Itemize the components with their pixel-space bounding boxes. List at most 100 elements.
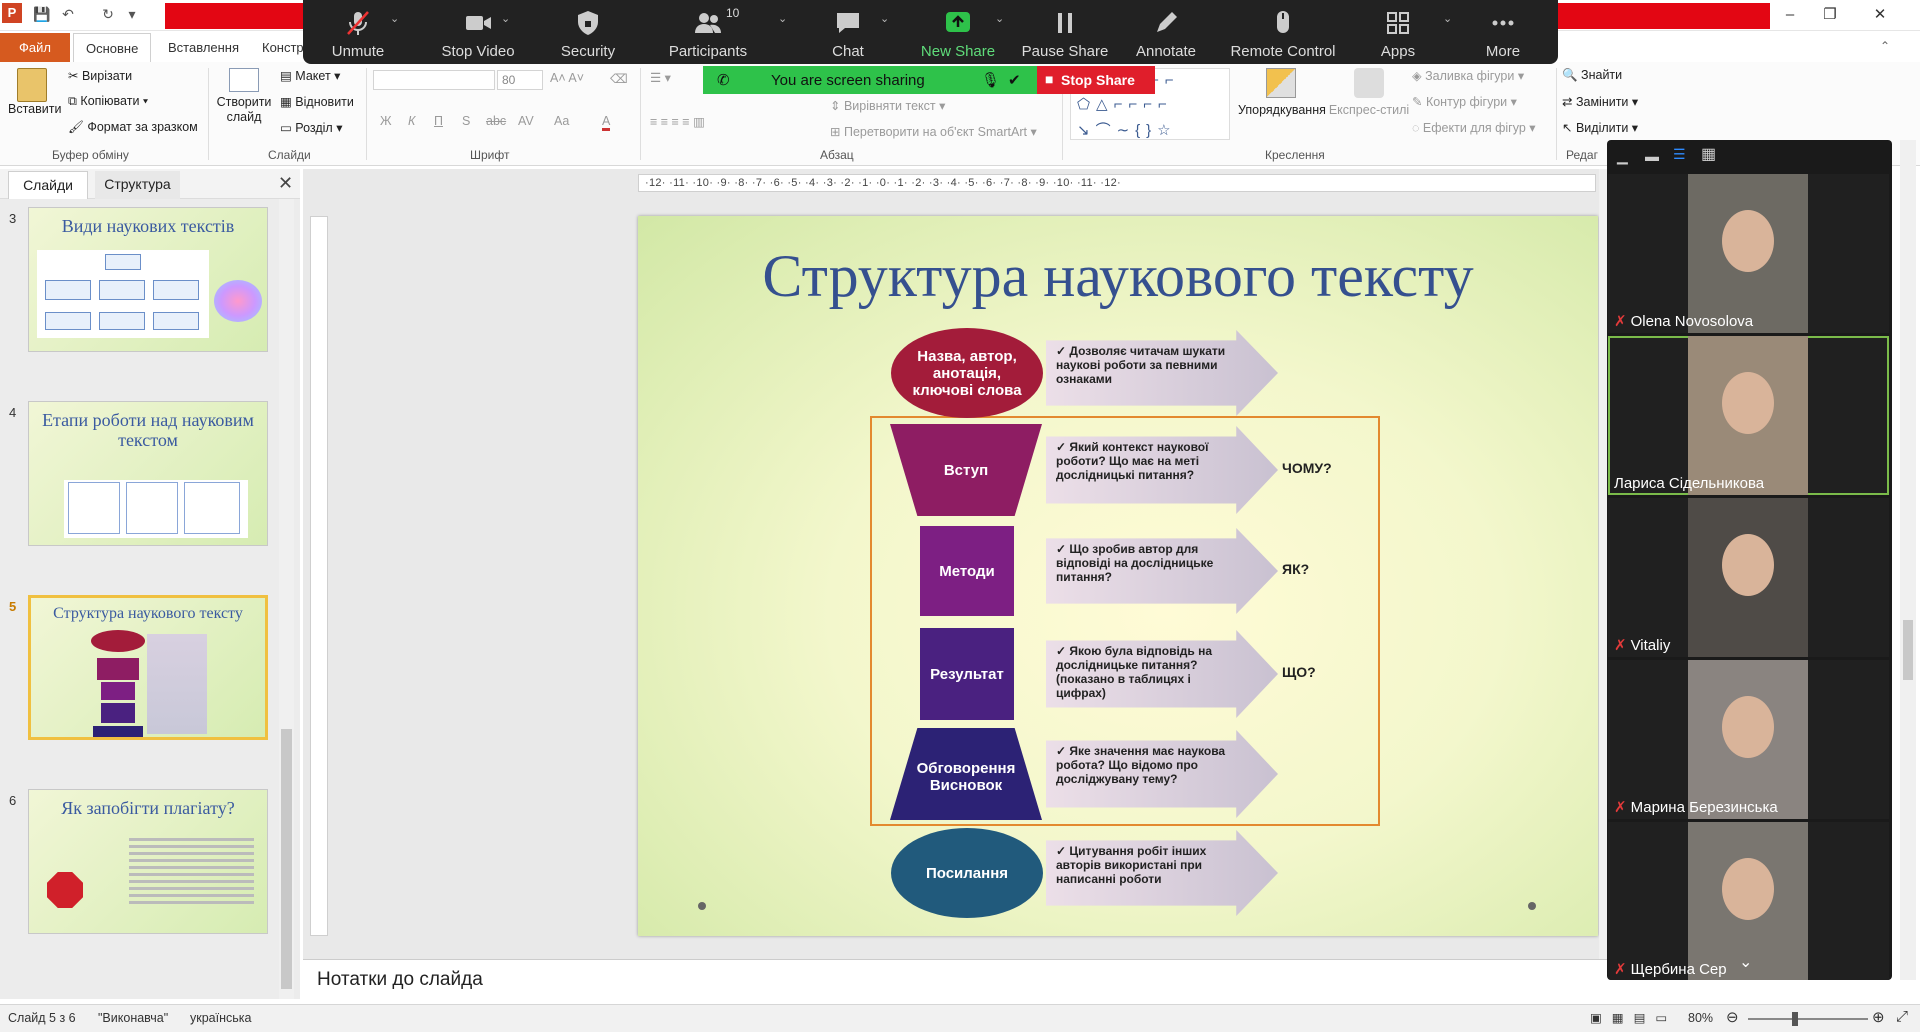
close-icon[interactable]: ✕ [278,173,293,194]
font-size-select[interactable]: 80 [497,70,543,90]
stop-share-button[interactable]: ■ Stop Share [1037,66,1155,94]
minimize-icon[interactable]: ▁ [1617,148,1637,164]
speaker-view-icon[interactable]: ☰ [1673,146,1693,162]
zoom-slider[interactable] [1748,1012,1868,1026]
apps-button[interactable]: Apps [1358,0,1438,64]
participants-button[interactable]: 10 Participants [648,0,768,64]
customize-qat-icon[interactable]: ▾ [122,4,142,24]
slide-title[interactable]: Структура наукового тексту [638,242,1598,311]
unmute-button[interactable]: Unmute [313,0,403,64]
clipboard-group-label: Буфер обміну [52,148,129,162]
participant-tile[interactable]: ✗ Vitaliy [1608,498,1889,657]
zoom-slider-thumb[interactable] [1792,1012,1798,1026]
zoom-in-icon[interactable]: ⊕ [1872,1008,1885,1026]
shape-fill-button[interactable]: ◈ Заливка фігури ▾ [1412,68,1524,83]
fit-slide-icon[interactable]: ⤢ [1896,1008,1908,1025]
slide-thumbnail-selected[interactable]: Структура наукового тексту [28,595,268,740]
tab-slides[interactable]: Слайди [8,171,88,199]
chat-button[interactable]: Chat [803,0,893,64]
tab-file[interactable]: Файл [0,33,70,62]
slide-thumbnail[interactable]: Як запобігти плагіату? [28,789,268,934]
participant-tile[interactable]: ✗ Olena Novosolova [1608,174,1889,333]
paste-button[interactable]: Вставити [8,68,61,116]
cut-button[interactable]: ✂ Вирізати [68,68,132,83]
save-icon[interactable]: 💾 [32,4,52,24]
italic-button[interactable]: К [408,114,415,128]
collapse-ribbon-icon[interactable]: ⌃ [1880,39,1890,53]
font-family-select[interactable] [373,70,495,90]
chevron-down-icon[interactable]: ⌄ [778,12,787,25]
pause-share-button[interactable]: Pause Share [1015,0,1115,64]
shape-effects-button[interactable]: ◌ Ефекти для фігур ▾ [1412,120,1536,135]
align-text-button[interactable]: ⇕ Вирівняти текст ▾ [830,98,945,113]
scroll-thumb[interactable] [281,729,292,989]
quick-styles-button[interactable]: Експрес-стилі [1324,68,1414,117]
notes-pane[interactable]: Нотатки до слайда [303,959,1618,1001]
restore-button[interactable]: ❐ [1810,4,1850,26]
chevron-down-icon[interactable]: ⌄ [501,12,510,25]
select-button[interactable]: ↖ Виділити ▾ [1562,120,1638,135]
arrange-button[interactable]: Упорядкування [1238,68,1326,117]
new-share-button[interactable]: New Share [908,0,1008,64]
font-color-button[interactable]: A [602,114,611,131]
chevron-down-icon[interactable]: ⌄ [995,12,1004,25]
shape-outline-button[interactable]: ✎ Контур фігури ▾ [1412,94,1517,109]
section-button[interactable]: ▭ Розділ ▾ [280,120,342,135]
section-shape[interactable]: Результат [920,628,1014,720]
find-button[interactable]: 🔍 Знайти [1562,68,1622,83]
slide-number: 6 [9,793,17,808]
section-shape[interactable]: Назва, автор, анотація, ключові слова [891,328,1043,418]
tab-outline[interactable]: Структура [95,171,180,199]
remote-control-button[interactable]: Remote Control [1218,0,1348,64]
grow-font-icon[interactable]: A˄ A˅ [550,71,584,85]
slide-thumbnail[interactable]: Етапи роботи над науковим текстом [28,401,268,546]
language-indicator[interactable]: українська [190,1011,251,1025]
shadow-button[interactable]: S [462,114,470,128]
minimize-button[interactable]: – [1770,4,1810,26]
thumbnail-view-icon[interactable]: ▬ [1645,148,1665,164]
slide-thumbnail[interactable]: Види наукових текстів [28,207,268,352]
slide-canvas[interactable]: Структура наукового тексту Назва, автор,… [638,216,1598,936]
align-left-icon[interactable]: ≡ ≡ ≡ ≡ ▥ [650,114,705,129]
stop-video-button[interactable]: Stop Video [423,0,533,64]
smartart-button[interactable]: ⊞ Перетворити на об'єкт SmartArt ▾ [830,124,1037,139]
more-button[interactable]: More [1463,0,1543,64]
replace-button[interactable]: ⇄ Замінити ▾ [1562,94,1638,109]
view-buttons[interactable]: ▣▦▤▭ [1590,1010,1677,1025]
grid-view-icon[interactable]: ▦ [1701,144,1723,163]
format-painter-button[interactable]: 🖌 Формат за зразком [68,120,198,135]
clear-format-icon[interactable]: ⌫ [610,71,628,86]
participant-tile[interactable]: Лариса Сідельникова [1608,336,1889,495]
copy-button[interactable]: ⧉ Копіювати ▾ [68,94,148,109]
chevron-down-icon[interactable]: ⌄ [880,12,889,25]
bold-button[interactable]: Ж [380,114,392,128]
reset-button[interactable]: ▦ Відновити [280,94,354,109]
bullets-icon[interactable]: ☰ ▾ [650,70,671,85]
section-question: ЧОМУ? [1282,460,1332,476]
section-shape[interactable]: Методи [920,526,1014,616]
underline-button[interactable]: П [434,114,443,128]
section-text: Який контекст наукової роботи? Що має на… [1056,440,1209,482]
new-slide-button[interactable]: Створити слайд [214,68,274,125]
thumbnails-scrollbar[interactable] [279,199,294,999]
close-button[interactable]: ✕ [1860,4,1900,26]
change-case-button[interactable]: Aa [554,114,569,128]
strikethrough-button[interactable]: abc [486,114,506,128]
zoom-level[interactable]: 80% [1688,1011,1713,1025]
redo-icon[interactable]: ↻ [98,4,118,24]
annotate-button[interactable]: Annotate [1121,0,1211,64]
zoom-out-icon[interactable]: ⊖ [1726,1008,1739,1026]
chevron-down-icon[interactable]: ⌄ [1739,952,1752,972]
chevron-down-icon[interactable]: ⌄ [1443,12,1452,25]
security-button[interactable]: Security [538,0,638,64]
layout-button[interactable]: ▤ Макет ▾ [280,68,340,83]
gallery-scrollbar[interactable] [1900,140,1916,980]
participant-tile[interactable]: ✗ Марина Березинська [1608,660,1889,819]
tab-home[interactable]: Основне [73,33,152,62]
scroll-thumb[interactable] [1903,620,1913,680]
undo-icon[interactable]: ↶ [58,4,78,24]
chevron-down-icon[interactable]: ⌄ [390,12,399,25]
section-shape[interactable]: Посилання [891,828,1043,918]
spacing-button[interactable]: AV [518,114,534,128]
tab-insert[interactable]: Вставлення [156,33,251,62]
